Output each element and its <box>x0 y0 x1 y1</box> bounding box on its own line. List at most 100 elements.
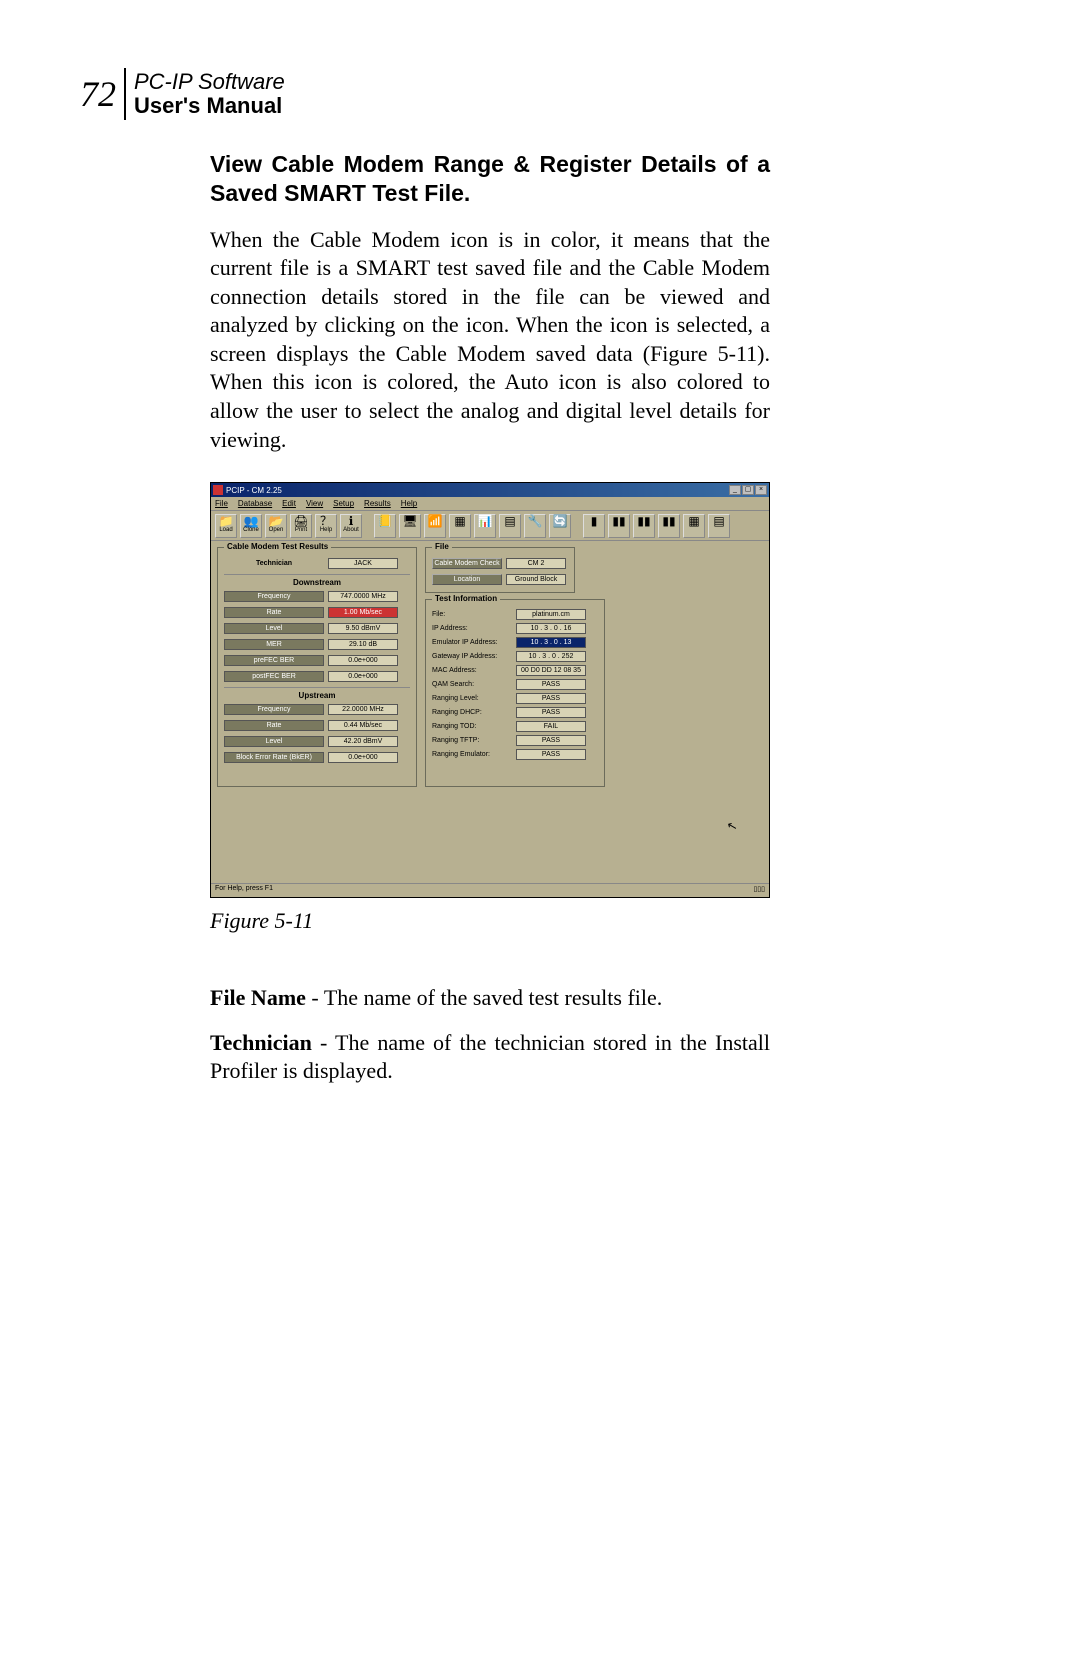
ds-level-label: Level <box>224 623 324 634</box>
us-frequency-label: Frequency <box>224 704 324 715</box>
titlebar-text: PCIP - CM 2.25 <box>226 486 282 495</box>
statusbar: For Help, press F1 ▯▯▯ <box>211 883 769 897</box>
group-cable-modem-results: Cable Modem Test Results Technician JACK… <box>217 547 417 787</box>
ds-rate-value: 1.00 Mb/sec <box>328 607 398 618</box>
ti-remu-label: Ranging Emulator: <box>432 751 512 758</box>
section-heading: View Cable Modem Range & Register Detail… <box>210 150 770 208</box>
ti-gwip-label: Gateway IP Address: <box>432 653 512 660</box>
bars2-icon: ▮▮ <box>612 515 625 527</box>
toolbar-icon-4[interactable]: ▦ <box>449 514 471 538</box>
modem-icon: 🖥 <box>402 515 417 527</box>
client-area: Cable Modem Test Results Technician JACK… <box>213 543 767 881</box>
group-test-information: Test Information File:platinum.cm IP Add… <box>425 599 605 787</box>
us-bker-value: 0.0e+000 <box>328 752 398 763</box>
ds-frequency-label: Frequency <box>224 591 324 602</box>
def-file-name: File Name - The name of the saved test r… <box>210 984 770 1013</box>
us-frequency-value: 22.0000 MHz <box>328 704 398 715</box>
ds-postfec-value: 0.0e+000 <box>328 671 398 682</box>
def-technician-term: Technician <box>210 1030 312 1055</box>
toolbar-bar1-icon[interactable]: ▮ <box>583 514 605 538</box>
ds-frequency-value: 747.0000 MHz <box>328 591 398 602</box>
ds-level-value: 9.50 dBmV <box>328 623 398 634</box>
menu-help[interactable]: Help <box>401 499 417 508</box>
minimize-button[interactable]: _ <box>729 485 741 495</box>
scope-icon: 📊 <box>478 515 493 527</box>
titlebar[interactable]: PCIP - CM 2.25 _ ▢ × <box>211 483 769 497</box>
cursor-icon: ↖ <box>725 818 738 834</box>
ti-rlevel-label: Ranging Level: <box>432 695 512 702</box>
toolbar-icon-3[interactable]: 📶 <box>424 514 446 538</box>
technician-label: Technician <box>224 559 324 568</box>
toolbar-bar6-icon[interactable]: ▤ <box>708 514 730 538</box>
toolbar-bar3-icon[interactable]: ▮▮ <box>633 514 655 538</box>
toolbar-open-button[interactable]: 📂Open <box>265 514 287 538</box>
help-icon: ？ <box>320 515 332 527</box>
ti-file-value: platinum.cm <box>516 609 586 620</box>
ds-rate-label: Rate <box>224 607 324 618</box>
toolbar-load-button[interactable]: 📁Load <box>215 514 237 538</box>
menu-database[interactable]: Database <box>238 499 272 508</box>
toolbar-icon-7[interactable]: 🔧 <box>524 514 546 538</box>
toolbar-icon-5[interactable]: 📊 <box>474 514 496 538</box>
bars4-icon: ▮▮ <box>662 515 675 527</box>
toolbar-icon-6[interactable]: ▤ <box>499 514 521 538</box>
menu-view[interactable]: View <box>306 499 323 508</box>
ti-ip-label: IP Address: <box>432 625 512 632</box>
figure-5-11: PCIP - CM 2.25 _ ▢ × File Database Edit … <box>210 482 770 898</box>
toolbar-bar5-icon[interactable]: ▦ <box>683 514 705 538</box>
toolbar-print-button[interactable]: 🖨Print <box>290 514 312 538</box>
menu-edit[interactable]: Edit <box>282 499 296 508</box>
us-bker-label: Block Error Rate (BkER) <box>224 752 324 763</box>
menubar: File Database Edit View Setup Results He… <box>211 497 769 511</box>
us-rate-value: 0.44 Mb/sec <box>328 720 398 731</box>
ds-postfec-label: postFEC BER <box>224 671 324 682</box>
ti-qam-value: PASS <box>516 679 586 690</box>
ti-rtod-label: Ranging TOD: <box>432 723 512 730</box>
ds-prefec-value: 0.0e+000 <box>328 655 398 666</box>
toolbar: 📁Load 👥Clone 📂Open 🖨Print ？Help ℹAbout 📒… <box>211 511 769 541</box>
ti-gwip-value: 10 . 3 . 0 . 252 <box>516 651 586 662</box>
ds-mer-label: MER <box>224 639 324 650</box>
ti-emuip-label: Emulator IP Address: <box>432 639 512 646</box>
statusbar-panes: ▯▯▯ <box>753 885 765 896</box>
ti-rtftp-value: PASS <box>516 735 586 746</box>
ti-rdhcp-label: Ranging DHCP: <box>432 709 512 716</box>
cable-modem-check-button[interactable]: Cable Modem Check <box>432 558 502 569</box>
doc-title-software: PC-IP Software <box>134 70 285 94</box>
doc-title-manual: User's Manual <box>134 94 285 118</box>
print-icon: 🖨 <box>293 515 308 527</box>
toolbar-bar2-icon[interactable]: ▮▮ <box>608 514 630 538</box>
toolbar-icon-1[interactable]: 📒 <box>374 514 396 538</box>
menu-results[interactable]: Results <box>364 499 391 508</box>
toolbar-about-button[interactable]: ℹAbout <box>340 514 362 538</box>
bars3-icon: ▮▮ <box>637 515 650 527</box>
group-file: File Cable Modem CheckCM 2 LocationGroun… <box>425 547 575 593</box>
page-header: 72 PC-IP Software User's Manual <box>80 68 1000 120</box>
ti-remu-value: PASS <box>516 749 586 760</box>
toolbar-bar4-icon[interactable]: ▮▮ <box>658 514 680 538</box>
menu-setup[interactable]: Setup <box>333 499 354 508</box>
close-button[interactable]: × <box>755 485 767 495</box>
about-icon: ℹ <box>349 515 354 527</box>
maximize-button[interactable]: ▢ <box>742 485 754 495</box>
downstream-heading: Downstream <box>224 574 410 587</box>
menu-file[interactable]: File <box>215 499 228 508</box>
clone-icon: 👥 <box>244 515 259 527</box>
ti-qam-label: QAM Search: <box>432 681 512 688</box>
toolbar-help-button[interactable]: ？Help <box>315 514 337 538</box>
location-button[interactable]: Location <box>432 574 502 585</box>
toolbar-icon-8[interactable]: 🔄 <box>549 514 571 538</box>
ti-emuip-value: 10 . 3 . 0 . 13 <box>516 637 586 648</box>
matrix-icon: ▤ <box>504 515 515 527</box>
def-file-name-term: File Name <box>210 985 306 1010</box>
us-level-value: 42.20 dBmV <box>328 736 398 747</box>
cable-modem-check-value: CM 2 <box>506 558 566 569</box>
app-window: PCIP - CM 2.25 _ ▢ × File Database Edit … <box>210 482 770 898</box>
toolbar-icon-2[interactable]: 🖥 <box>399 514 421 538</box>
ti-rdhcp-value: PASS <box>516 707 586 718</box>
group-file-legend: File <box>432 542 452 551</box>
group-results-legend: Cable Modem Test Results <box>224 542 331 551</box>
bars5-icon: ▦ <box>688 515 699 527</box>
toolbar-clone-button[interactable]: 👥Clone <box>240 514 262 538</box>
open-icon: 📂 <box>269 515 284 527</box>
